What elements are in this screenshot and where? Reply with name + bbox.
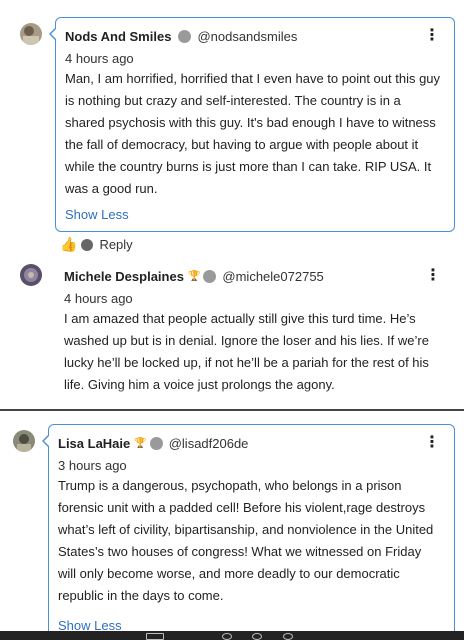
taskbar-icon[interactable]	[146, 633, 164, 640]
reply-button[interactable]: Reply	[99, 237, 132, 252]
taskbar-icon[interactable]	[283, 633, 293, 640]
comment-time: 4 hours ago	[64, 291, 133, 306]
username[interactable]: Nods And Smiles	[65, 29, 171, 44]
scroll-fade	[50, 390, 464, 410]
user-handle: @michele072755	[222, 269, 324, 284]
comment-card: Lisa LaHaie 🏆 @lisadf206de ⋮ 3 hours ago…	[42, 424, 455, 638]
taskbar-icon[interactable]	[222, 633, 232, 640]
user-badge-icon	[178, 30, 192, 43]
reaction-icon[interactable]	[81, 238, 94, 251]
comment-header: Michele Desplaines 🏆 @michele072755	[64, 269, 324, 284]
user-badge-icon	[203, 270, 217, 283]
comment-time: 3 hours ago	[58, 458, 127, 473]
comment-header: Nods And Smiles @nodsandsmiles	[65, 29, 297, 44]
taskbar-icon[interactable]	[252, 633, 262, 640]
more-options-icon[interactable]: ⋮	[424, 435, 440, 451]
comment-actions: 👍 Reply	[60, 236, 133, 253]
avatar[interactable]	[20, 264, 42, 286]
section-divider	[0, 409, 464, 411]
comment-time: 4 hours ago	[65, 51, 134, 66]
show-less-link[interactable]: Show Less	[65, 207, 129, 222]
trophy-icon: 🏆	[187, 271, 201, 282]
comment-header: Lisa LaHaie 🏆 @lisadf206de	[58, 436, 248, 451]
user-handle: @nodsandsmiles	[197, 29, 298, 44]
username[interactable]: Michele Desplaines	[64, 269, 184, 284]
user-handle: @lisadf206de	[168, 436, 249, 451]
comment-card: Nods And Smiles @nodsandsmiles ⋮ 4 hours…	[49, 17, 455, 232]
username[interactable]: Lisa LaHaie	[58, 436, 130, 451]
trophy-icon: 🏆	[134, 438, 147, 449]
taskbar	[0, 631, 464, 640]
avatar[interactable]	[20, 23, 42, 45]
comment-card: Michele Desplaines 🏆 @michele072755 ⋮ 4 …	[55, 258, 455, 408]
more-options-icon[interactable]: ⋮	[425, 268, 441, 284]
comment-text: I am amazed that people actually still g…	[64, 311, 429, 392]
comment-text: Man, I am horrified, horrified that I ev…	[65, 71, 441, 196]
thumbs-up-icon[interactable]: 👍	[60, 236, 77, 253]
comment-text: Trump is a dangerous, psychopath, who be…	[58, 478, 434, 603]
user-badge-icon	[149, 437, 163, 450]
more-options-icon[interactable]: ⋮	[424, 28, 440, 44]
avatar[interactable]	[13, 430, 35, 452]
